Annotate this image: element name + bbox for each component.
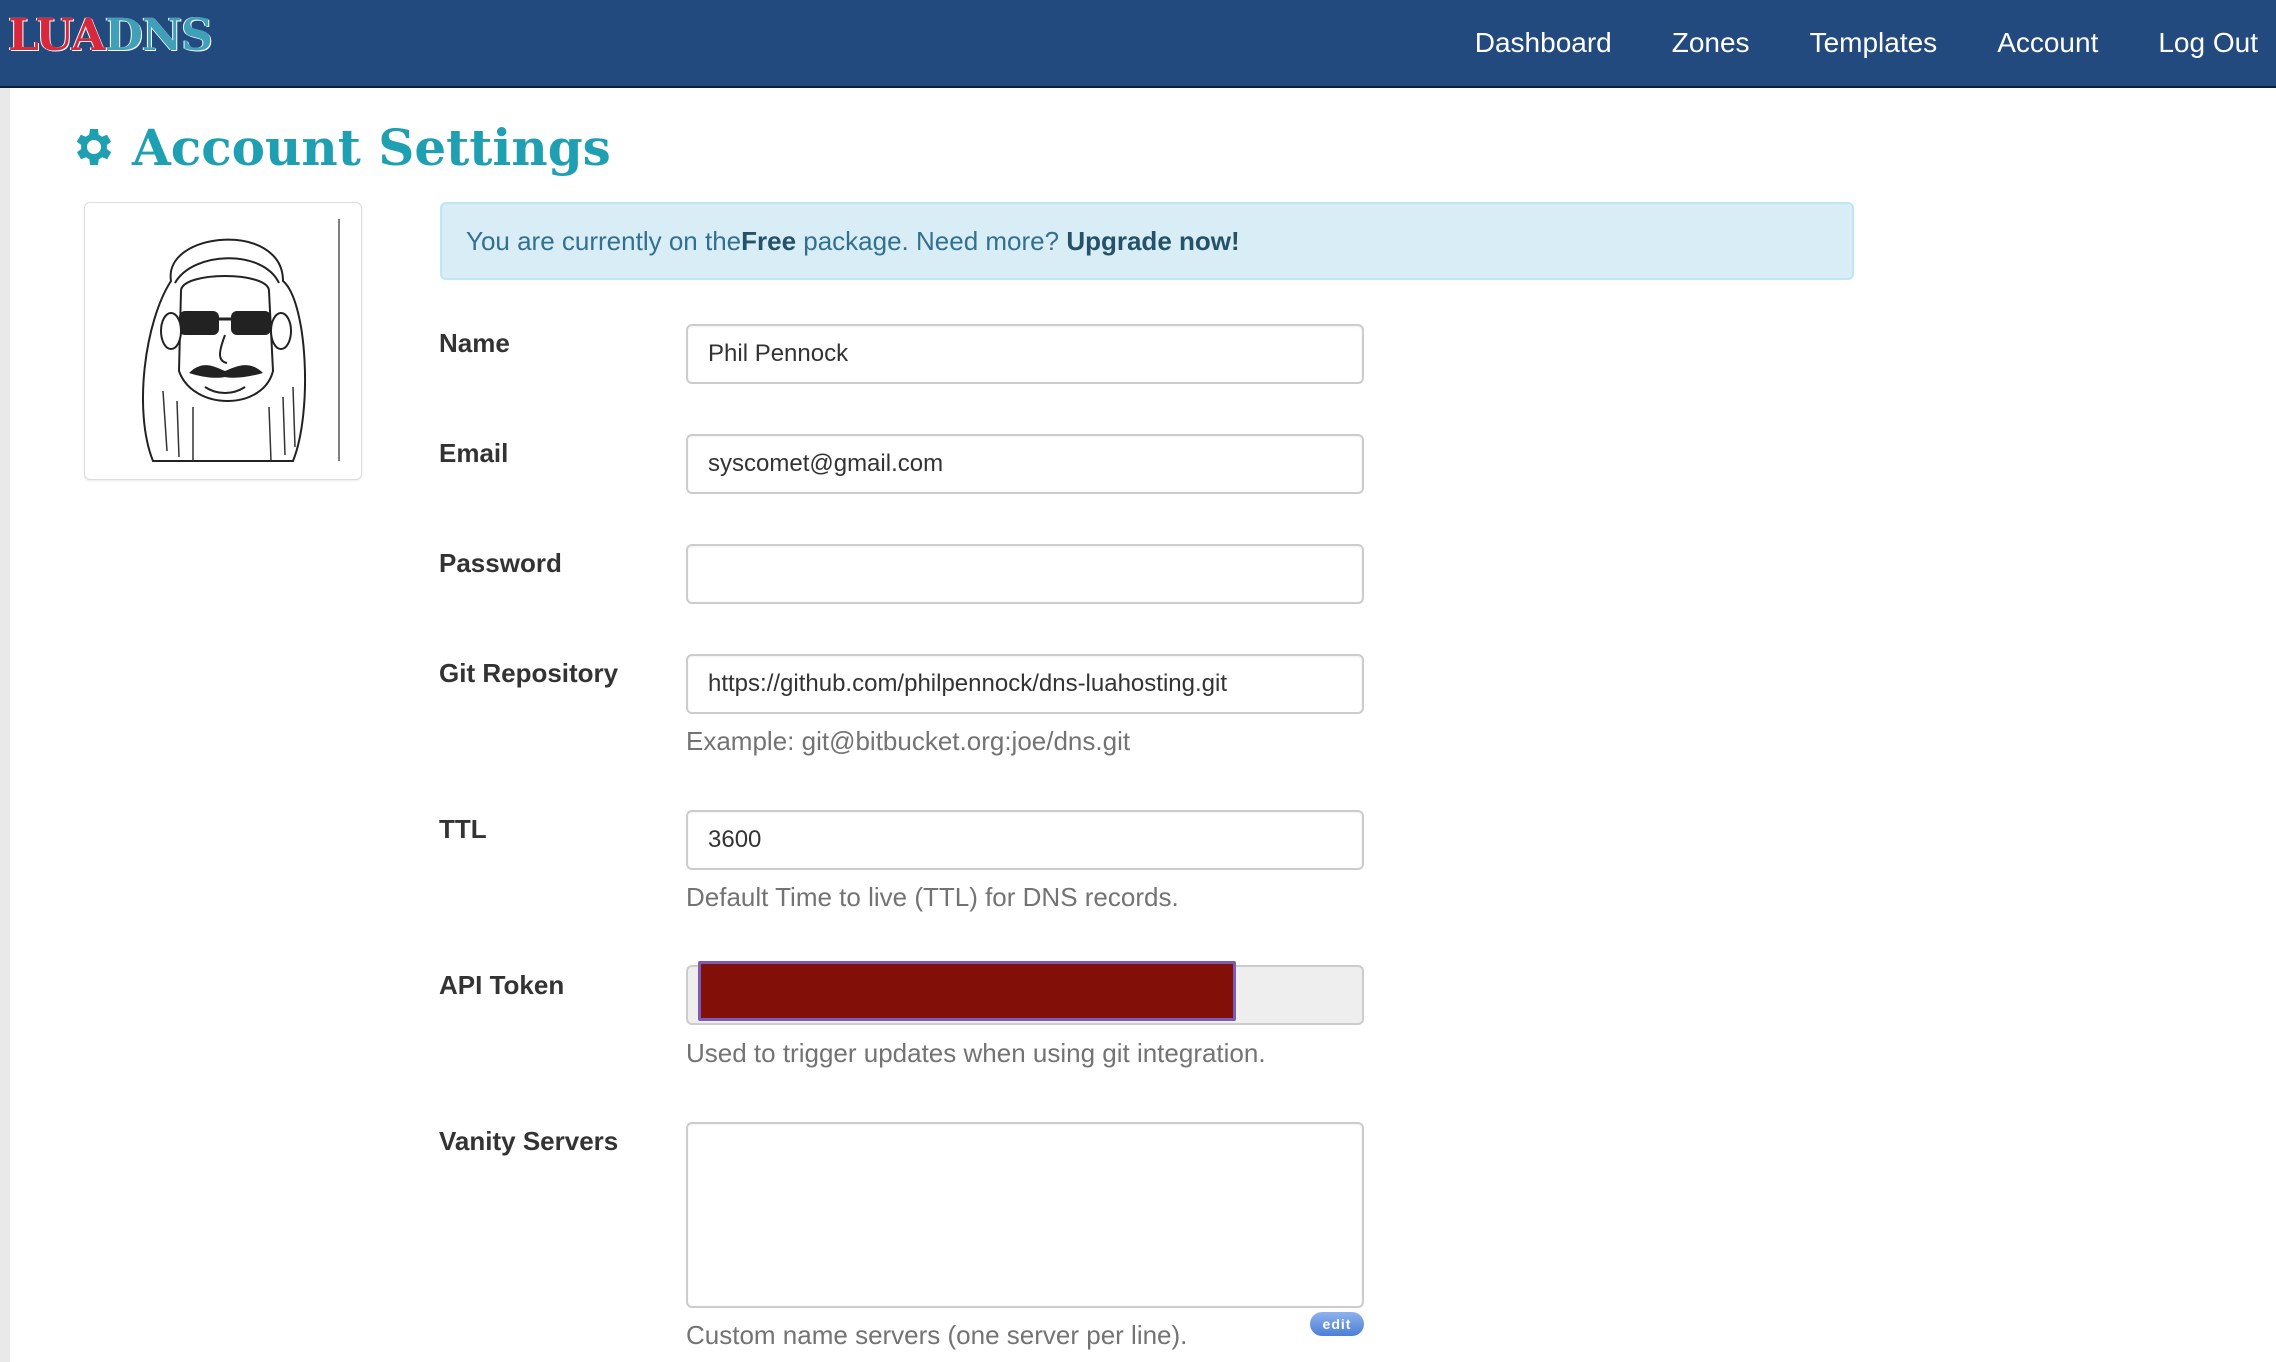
vanity-servers-textarea[interactable] <box>686 1122 1364 1308</box>
ttl-field[interactable]: 3600 <box>686 810 1364 870</box>
gear-icon <box>76 129 112 165</box>
ttl-help: Default Time to live (TTL) for DNS recor… <box>686 882 1179 912</box>
alert-text-after: package. Need more? <box>796 225 1067 256</box>
api-token-field[interactable] <box>686 961 1364 1025</box>
edit-badge[interactable]: edit <box>1310 1312 1364 1336</box>
luadns-logo[interactable]: LUADNS <box>8 6 213 66</box>
logo-lua-text: LUA <box>8 10 106 61</box>
left-border <box>0 88 10 1362</box>
package-alert: You are currently on the Free package. N… <box>440 202 1854 280</box>
nav-dashboard[interactable]: Dashboard <box>1475 27 1612 59</box>
upgrade-link[interactable]: Upgrade now! <box>1066 226 1239 257</box>
avatar <box>84 202 362 480</box>
email-label: Email <box>439 438 509 468</box>
api-token-help: Used to trigger updates when using git i… <box>686 1038 1266 1068</box>
top-navbar: LUADNS Dashboard Zones Templates Account… <box>0 0 2276 88</box>
api-token-label: API Token <box>439 970 565 1000</box>
nav-logout[interactable]: Log Out <box>2158 27 2258 59</box>
git-repository-field[interactable]: https://github.com/philpennock/dns-luaho… <box>686 654 1364 714</box>
vanity-servers-label: Vanity Servers <box>439 1126 619 1156</box>
vanity-servers-help: Custom name servers (one server per line… <box>686 1320 1188 1350</box>
git-repository-label: Git Repository <box>439 658 619 688</box>
caricature-image <box>93 211 353 471</box>
ttl-label: TTL <box>439 814 487 844</box>
api-token-redaction <box>698 961 1236 1021</box>
nav-account[interactable]: Account <box>1997 27 2098 59</box>
alert-package-name: Free <box>741 225 797 256</box>
alert-text-before: You are currently on the <box>466 225 742 256</box>
name-label: Name <box>439 328 510 358</box>
name-field[interactable]: Phil Pennock <box>686 324 1364 384</box>
password-field[interactable] <box>686 544 1364 604</box>
main-nav: Dashboard Zones Templates Account Log Ou… <box>1475 0 2276 86</box>
logo-dns-text: DNS <box>104 10 213 61</box>
nav-templates[interactable]: Templates <box>1810 27 1938 59</box>
page-title-text: Account Settings <box>132 117 611 177</box>
page-title: Account Settings <box>68 112 611 182</box>
password-label: Password <box>439 548 562 578</box>
email-field[interactable]: syscomet@gmail.com <box>686 434 1364 494</box>
git-repository-help: Example: git@bitbucket.org:joe/dns.git <box>686 726 1131 756</box>
nav-zones[interactable]: Zones <box>1672 27 1750 59</box>
